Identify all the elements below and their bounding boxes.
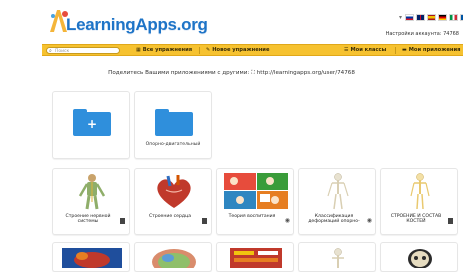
bookmark-icon <box>448 218 453 224</box>
flag-icon[interactable] <box>416 14 426 21</box>
skeleton-image <box>327 173 349 210</box>
new-folder-card[interactable]: + <box>52 91 130 159</box>
app-thumbnail <box>384 246 454 269</box>
list-icon: ☰ <box>344 47 349 53</box>
flag-icon[interactable] <box>427 14 437 21</box>
app-card[interactable] <box>216 242 294 272</box>
skeleton-image <box>332 248 344 268</box>
app-thumbnail <box>302 172 372 210</box>
bones-skeleton-image <box>410 173 430 210</box>
diagram-image <box>230 248 282 268</box>
app-thumbnail <box>384 172 454 210</box>
nav-all-exercises[interactable]: ▦ Все упражнения <box>136 47 192 54</box>
search-input[interactable]: ⌕ Поиск <box>46 47 120 54</box>
folder-label: Опорно-двигательный <box>145 142 201 147</box>
nav-new-exercise[interactable]: ✎ Новое упражнение <box>206 47 269 54</box>
app-card[interactable] <box>298 242 376 272</box>
app-title: Строение сердца <box>148 214 192 219</box>
eye-icon: ◉ <box>284 217 290 224</box>
app-title: СТРОЕНИЕ И СОСТАВ КОСТЕЙ <box>390 214 442 225</box>
app-title: Строение нервной системы <box>65 214 111 225</box>
app-card[interactable] <box>134 242 212 272</box>
logo[interactable]: LearningApps.org <box>48 4 208 42</box>
app-card[interactable]: Строение сердца <box>134 168 212 235</box>
search-icon: ⌕ <box>49 47 52 54</box>
skull-image <box>408 249 432 269</box>
flag-icon[interactable] <box>438 14 448 21</box>
organ-image <box>62 248 122 268</box>
grid-icon: ▦ <box>136 47 141 53</box>
app-thumbnail <box>56 246 126 268</box>
app-card[interactable]: Классификация деформаций опорно- ◉ <box>298 168 376 235</box>
language-selector[interactable]: ▾ <box>399 13 463 22</box>
bookmark-icon <box>120 218 125 224</box>
app-card[interactable]: СТРОЕНИЕ И СОСТАВ КОСТЕЙ <box>380 168 458 235</box>
plus-icon: + <box>86 117 98 131</box>
app-title: Классификация деформаций опорно- <box>308 214 360 225</box>
app-card[interactable]: Строение нервной системы <box>52 168 130 235</box>
nav-bar: ⌕ Поиск ▦ Все упражнения ✎ Новое упражнени… <box>42 44 463 56</box>
nav-divider <box>199 47 200 54</box>
app-card[interactable]: Теория воспитания ◉ <box>216 168 294 235</box>
share-line: Поделитесь Вашими приложениями с другими… <box>0 70 463 77</box>
app-title: Теория воспитания <box>228 214 276 219</box>
eye-icon: ◉ <box>366 217 372 224</box>
folder-icon: ▬ <box>402 47 407 53</box>
heart-image <box>157 175 191 208</box>
app-thumbnail <box>56 172 126 210</box>
new-folder-icon: + <box>73 109 111 136</box>
chevron-down-icon[interactable]: ▾ <box>399 14 402 21</box>
flag-icon[interactable] <box>449 14 459 21</box>
bookmark-icon <box>202 218 207 224</box>
folder-icon <box>155 109 193 136</box>
nav-my-apps[interactable]: ▬ Мои приложения <box>402 47 460 54</box>
link-icon: ⛶ <box>251 70 255 76</box>
nav-divider <box>395 47 396 54</box>
flag-icon[interactable] <box>405 14 415 21</box>
app-card[interactable] <box>52 242 130 272</box>
app-thumbnail <box>220 246 290 268</box>
share-url[interactable]: http://learningapps.org/user/74768 <box>257 70 355 76</box>
account-settings-link[interactable]: Настройки аккаунта: 74768 <box>386 31 459 37</box>
logo-text: LearningApps.org <box>66 15 208 34</box>
app-thumbnail <box>220 172 290 210</box>
page: LearningApps.org ▾ Настройки аккаунта: 7… <box>0 0 463 272</box>
folder-card[interactable]: Опорно-двигательный <box>134 91 212 159</box>
app-thumbnail <box>138 172 208 210</box>
nav-my-classes[interactable]: ☰ Мои классы <box>344 47 386 54</box>
education-collage-image <box>224 173 288 209</box>
share-text: Поделитесь Вашими приложениями с другими… <box>108 70 250 76</box>
pencil-icon: ✎ <box>206 47 211 53</box>
brain-image <box>152 249 196 272</box>
app-thumbnail <box>138 246 208 272</box>
app-card[interactable] <box>380 242 458 272</box>
search-placeholder: Поиск <box>55 48 70 54</box>
nervous-system-image <box>78 174 106 210</box>
app-thumbnail <box>302 246 372 268</box>
